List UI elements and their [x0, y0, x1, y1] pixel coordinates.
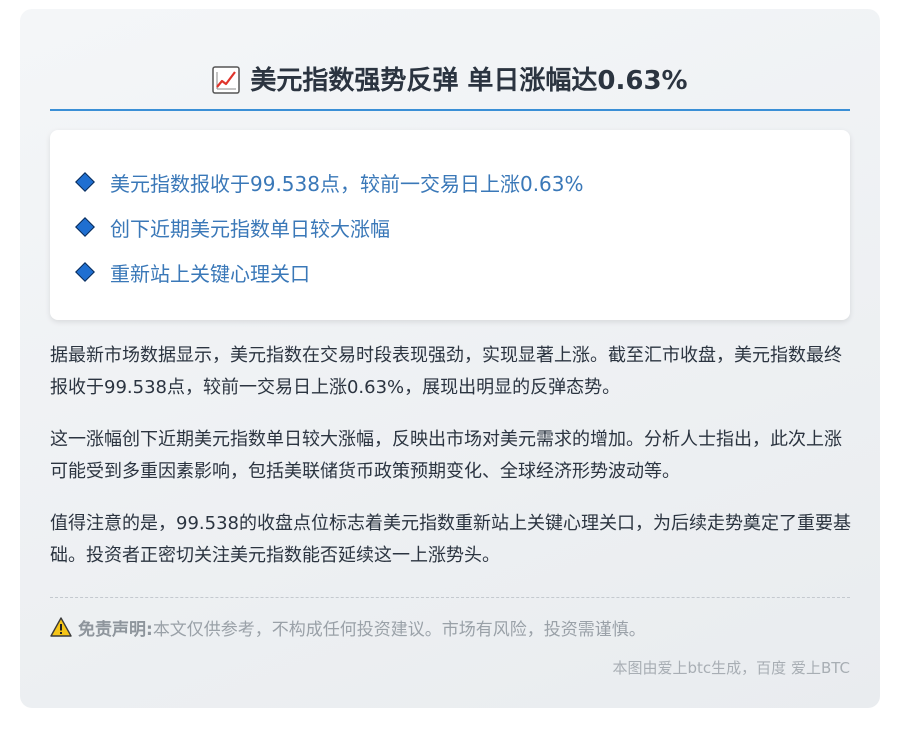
page-title: 美元指数强势反弹 单日涨幅达0.63% — [212, 59, 688, 103]
key-point-text: 美元指数报收于99.538点，较前一交易日上涨0.63% — [110, 171, 584, 196]
disclaimer-label: 免责声明: — [78, 619, 153, 640]
warning-icon — [50, 617, 72, 637]
diamond-bullet-icon — [75, 262, 95, 282]
divider — [50, 597, 850, 598]
chart-increasing-icon — [212, 66, 241, 94]
title-row: 美元指数强势反弹 单日涨幅达0.63% — [50, 59, 850, 111]
diamond-bullet-icon — [75, 172, 95, 192]
diamond-bullet-icon — [75, 217, 95, 237]
body-paragraph: 据最新市场数据显示，美元指数在交易时段表现强劲，实现显著上涨。截至汇市收盘，美元… — [50, 345, 842, 398]
body-paragraph: 值得注意的是，99.538的收盘点位标志着美元指数重新站上关键心理关口，为后续走… — [50, 513, 851, 566]
key-points-box: 美元指数报收于99.538点，较前一交易日上涨0.63% 创下近期美元指数单日较… — [50, 130, 850, 320]
footer-credit: 本图由爱上btc生成，百度 爱上BTC — [612, 659, 850, 677]
disclaimer-text: 本文仅供参考，不构成任何投资建议。市场有风险，投资需谨慎。 — [152, 619, 646, 640]
disclaimer: 免责声明: 本文仅供参考，不构成任何投资建议。市场有风险，投资需谨慎。 — [50, 613, 646, 641]
key-point-text: 重新站上关键心理关口 — [110, 261, 310, 286]
title-text: 美元指数强势反弹 单日涨幅达0.63% — [250, 66, 688, 96]
article-card: 美元指数强势反弹 单日涨幅达0.63% 美元指数报收于99.538点，较前一交易… — [20, 9, 880, 708]
key-point: 创下近期美元指数单日较大涨幅 — [74, 212, 390, 242]
key-point: 重新站上关键心理关口 — [74, 257, 310, 287]
key-point: 美元指数报收于99.538点，较前一交易日上涨0.63% — [74, 167, 584, 197]
key-point-text: 创下近期美元指数单日较大涨幅 — [110, 216, 390, 241]
body-paragraph: 这一涨幅创下近期美元指数单日较大涨幅，反映出市场对美元需求的增加。分析人士指出，… — [50, 429, 842, 482]
